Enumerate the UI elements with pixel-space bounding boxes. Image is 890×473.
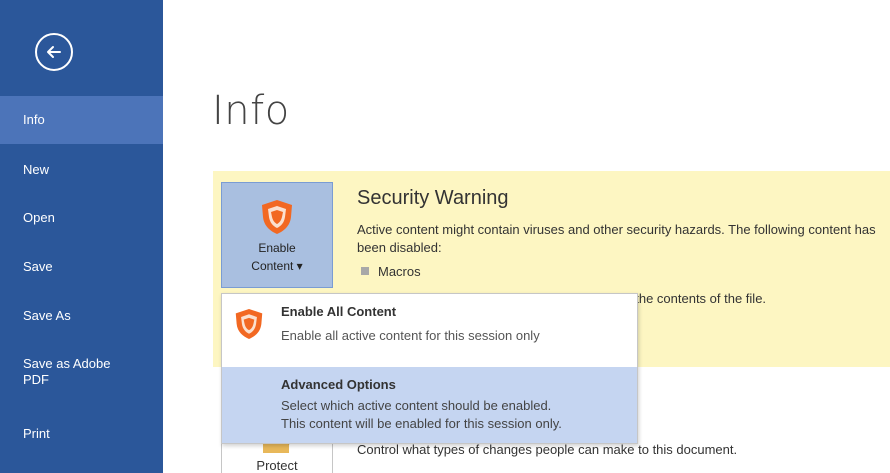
enable-content-dropdown: Enable All Content Enable all active con… bbox=[221, 293, 638, 444]
sidebar-item-new[interactable]: New bbox=[0, 146, 163, 194]
disabled-item-macros: Macros bbox=[378, 264, 421, 279]
menu-item-description-2: This content will be enabled for this se… bbox=[281, 416, 562, 431]
sidebar-item-open[interactable]: Open bbox=[0, 194, 163, 242]
shield-icon bbox=[235, 309, 263, 339]
back-button[interactable] bbox=[35, 33, 73, 71]
back-arrow-icon bbox=[47, 46, 61, 58]
shield-icon bbox=[262, 200, 292, 234]
menu-item-advanced-options[interactable]: Advanced Options Select which active con… bbox=[222, 367, 637, 443]
enable-button-label-line2: Content ▾ bbox=[251, 259, 303, 273]
security-partial-text: t the contents of the file. bbox=[628, 291, 767, 306]
protect-label: Protect bbox=[256, 458, 298, 473]
bullet-icon bbox=[361, 267, 369, 275]
enable-button-label-line1: Enable bbox=[258, 241, 296, 255]
sidebar-item-save-as-pdf[interactable]: Save as Adobe PDF bbox=[0, 348, 130, 396]
enable-content-button[interactable]: Enable Content ▾ bbox=[221, 182, 333, 288]
sidebar-item-save[interactable]: Save bbox=[0, 243, 163, 291]
menu-item-title: Enable All Content bbox=[281, 304, 397, 319]
backstage-sidebar: Info New Open Save Save As Save as Adobe… bbox=[0, 0, 163, 473]
security-warning-text: Active content might contain viruses and… bbox=[357, 222, 876, 255]
protect-description: Control what types of changes people can… bbox=[357, 442, 738, 457]
security-warning-title: Security Warning bbox=[357, 187, 509, 209]
menu-item-title: Advanced Options bbox=[281, 377, 396, 392]
menu-item-description: Select which active content should be en… bbox=[281, 398, 552, 413]
page-title: Info bbox=[212, 88, 290, 134]
sidebar-item-info[interactable]: Info bbox=[0, 96, 163, 144]
sidebar-item-save-as[interactable]: Save As bbox=[0, 292, 163, 340]
menu-item-enable-all-content[interactable]: Enable All Content Enable all active con… bbox=[222, 294, 637, 366]
sidebar-item-print[interactable]: Print bbox=[0, 410, 163, 458]
menu-item-description: Enable all active content for this sessi… bbox=[281, 328, 540, 343]
